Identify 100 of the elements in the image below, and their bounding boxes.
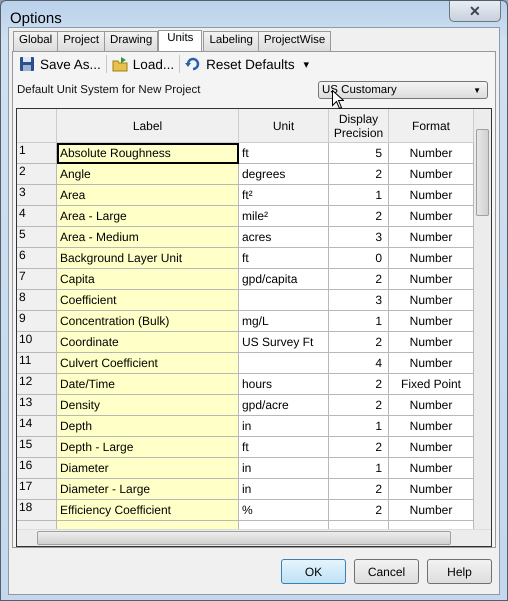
table-cell[interactable]: Concentration (Bulk) — [56, 310, 238, 332]
table-cell[interactable]: Number — [388, 290, 474, 310]
toolbar-button[interactable]: Load... — [108, 56, 178, 72]
table-cell[interactable]: acres — [238, 226, 328, 248]
table-cell[interactable]: 2 — [328, 436, 388, 458]
toolbar-button[interactable]: Save As... — [16, 56, 104, 72]
table-cell[interactable]: Number — [388, 310, 474, 332]
table-cell[interactable]: Depth — [56, 416, 238, 436]
table-cell[interactable]: Fixed Point — [388, 374, 474, 394]
table-cell[interactable]: 1 — [328, 184, 388, 206]
row-number: 3 — [17, 184, 56, 206]
table-cell[interactable]: Absolute Roughness — [56, 142, 238, 164]
row-number: 15 — [17, 436, 56, 458]
table-cell[interactable]: 1 — [328, 458, 388, 478]
table-cell[interactable]: 2 — [328, 332, 388, 352]
table-cell[interactable]: Area - Medium — [56, 226, 238, 248]
table-cell[interactable]: Coordinate — [56, 332, 238, 352]
table-cell[interactable]: mile² — [238, 206, 328, 226]
table-cell[interactable]: ft² — [238, 184, 328, 206]
table-cell[interactable]: mg/L — [238, 310, 328, 332]
table-cell[interactable]: Number — [388, 416, 474, 436]
row-number: 18 — [17, 500, 56, 520]
table-cell[interactable]: Angle — [56, 164, 238, 184]
table-cell[interactable]: in — [238, 416, 328, 436]
window-title: Options — [10, 10, 62, 27]
table-cell[interactable]: hours — [238, 374, 328, 394]
table-cell[interactable]: Number — [388, 332, 474, 352]
table-cell[interactable]: in — [238, 458, 328, 478]
table-cell[interactable]: Number — [388, 164, 474, 184]
close-button[interactable]: ✕ — [449, 1, 501, 22]
table-cell[interactable] — [238, 352, 328, 374]
table-cell[interactable]: Background Layer Unit — [56, 248, 238, 268]
table-cell[interactable]: Coefficient — [56, 290, 238, 310]
column-header[interactable]: Format — [388, 109, 474, 142]
table-cell[interactable]: 0 — [328, 248, 388, 268]
column-header[interactable]: Label — [56, 109, 238, 142]
table-cell[interactable]: Number — [388, 478, 474, 500]
tab[interactable]: Global — [13, 31, 58, 51]
table-cell[interactable]: Number — [388, 500, 474, 520]
table-cell[interactable]: in — [238, 478, 328, 500]
table-cell[interactable]: Efficiency Coefficient — [56, 500, 238, 520]
table-cell[interactable]: 5 — [328, 142, 388, 164]
table-cell[interactable]: Capita — [56, 268, 238, 290]
table-cell[interactable]: 2 — [328, 268, 388, 290]
table-cell[interactable]: 2 — [328, 374, 388, 394]
column-header[interactable]: Display Precision — [328, 109, 388, 142]
table-cell[interactable]: 2 — [328, 394, 388, 416]
table-cell[interactable]: ft — [238, 142, 328, 164]
table-cell[interactable]: 2 — [328, 164, 388, 184]
table-cell[interactable]: Number — [388, 352, 474, 374]
table-cell[interactable]: US Survey Ft — [238, 332, 328, 352]
dialog-button[interactable]: OK — [281, 559, 346, 584]
table-cell[interactable]: Diameter - Large — [56, 478, 238, 500]
dialog-button[interactable]: Help — [427, 559, 492, 584]
table-cell[interactable]: ft — [238, 248, 328, 268]
table-cell[interactable]: Area — [56, 184, 238, 206]
row-number: 14 — [17, 416, 56, 436]
table-cell[interactable]: Number — [388, 142, 474, 164]
table-cell[interactable]: 2 — [328, 206, 388, 226]
table-cell[interactable]: Date/Time — [56, 374, 238, 394]
table-cell[interactable]: Density — [56, 394, 238, 416]
table-cell[interactable]: ft — [238, 436, 328, 458]
row-number: 7 — [17, 268, 56, 290]
table-cell[interactable]: Number — [388, 248, 474, 268]
table-cell[interactable]: gpd/acre — [238, 394, 328, 416]
table-cell[interactable]: 4 — [328, 352, 388, 374]
table-cell[interactable] — [238, 290, 328, 310]
table-cell[interactable]: Number — [388, 436, 474, 458]
horizontal-scrollbar[interactable] — [17, 529, 491, 546]
tab[interactable]: Units — [158, 30, 202, 51]
table-cell[interactable]: Number — [388, 184, 474, 206]
table-cell[interactable]: Number — [388, 394, 474, 416]
table-cell[interactable]: Number — [388, 206, 474, 226]
table-cell[interactable]: Culvert Coefficient — [56, 352, 238, 374]
table-cell[interactable]: Depth - Large — [56, 436, 238, 458]
table-cell[interactable]: Diameter — [56, 458, 238, 478]
table-cell[interactable]: 3 — [328, 226, 388, 248]
tab[interactable]: ProjectWise — [258, 31, 332, 51]
table-cell[interactable]: Number — [388, 458, 474, 478]
column-header[interactable]: Unit — [238, 109, 328, 142]
tab[interactable]: Labeling — [203, 31, 259, 51]
tab[interactable]: Project — [57, 31, 106, 51]
tab[interactable]: Drawing — [104, 31, 158, 51]
table-cell[interactable]: 1 — [328, 416, 388, 436]
vertical-scrollbar[interactable] — [474, 109, 491, 529]
field-label: Default Unit System for New Project — [16, 84, 200, 96]
toolbar-button[interactable]: Reset Defaults ▾ — [182, 56, 313, 72]
table-cell[interactable]: 3 — [328, 290, 388, 310]
table-cell[interactable]: Area - Large — [56, 206, 238, 226]
table-cell[interactable]: gpd/capita — [238, 268, 328, 290]
table-cell[interactable]: degrees — [238, 164, 328, 184]
table-cell[interactable]: 2 — [328, 500, 388, 520]
table-cell[interactable]: 1 — [328, 310, 388, 332]
table-cell[interactable]: Number — [388, 268, 474, 290]
table-cell[interactable]: 2 — [328, 478, 388, 500]
row-number: 1 — [17, 142, 56, 164]
dialog-button[interactable]: Cancel — [354, 559, 419, 584]
table-cell[interactable]: Number — [388, 226, 474, 248]
row-number: 2 — [17, 164, 56, 184]
table-cell[interactable]: % — [238, 500, 328, 520]
